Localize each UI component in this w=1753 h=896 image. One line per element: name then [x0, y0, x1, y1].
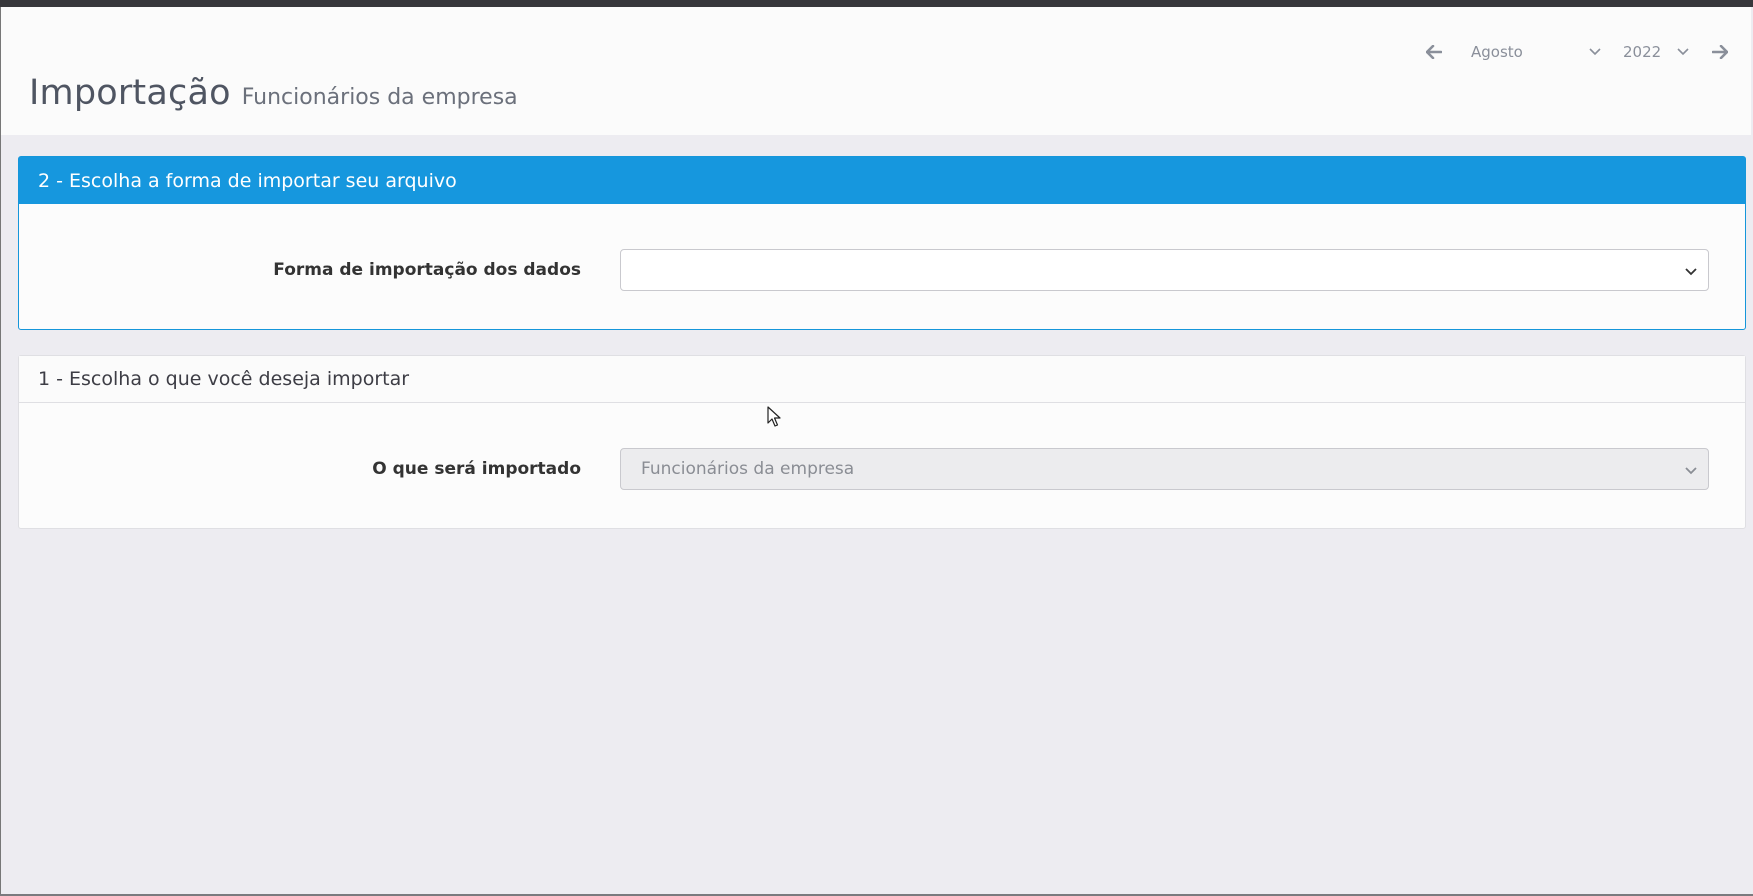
- step2-panel: 2 - Escolha a forma de importar seu arqu…: [18, 156, 1746, 330]
- year-value: 2022: [1623, 43, 1662, 61]
- page-header: Agosto 2022 Importação Funcionários da e…: [1, 7, 1751, 135]
- chevron-down-icon: [1677, 48, 1689, 56]
- import-type-row: O que será importado Funcionários da emp…: [19, 448, 1745, 490]
- page-title: Importação: [29, 73, 231, 113]
- import-method-label: Forma de importação dos dados: [273, 260, 581, 280]
- arrow-left-icon: [1426, 45, 1442, 59]
- month-select[interactable]: Agosto: [1471, 43, 1601, 61]
- chevron-down-icon: [1589, 48, 1601, 56]
- window-top-border: [0, 0, 1753, 7]
- arrow-right-icon: [1712, 45, 1728, 59]
- chevron-down-icon: [1685, 268, 1697, 276]
- chevron-down-icon: [1685, 467, 1697, 475]
- mouse-cursor-icon: [767, 406, 781, 427]
- window-left-border: [0, 7, 1, 896]
- period-selector: Agosto 2022: [1421, 35, 1733, 69]
- import-type-value: Funcionários da empresa: [641, 459, 855, 479]
- step1-heading: 1 - Escolha o que você deseja importar: [19, 356, 1745, 403]
- import-method-row: Forma de importação dos dados: [19, 249, 1745, 291]
- import-method-select[interactable]: [620, 249, 1709, 291]
- month-value: Agosto: [1471, 43, 1523, 61]
- page-title-row: Importação Funcionários da empresa: [29, 73, 518, 113]
- step1-panel: 1 - Escolha o que você deseja importar O…: [18, 355, 1746, 529]
- year-select[interactable]: 2022: [1623, 43, 1689, 61]
- previous-period-button[interactable]: [1421, 39, 1447, 65]
- import-type-label: O que será importado: [372, 459, 581, 479]
- next-period-button[interactable]: [1707, 39, 1733, 65]
- step2-heading: 2 - Escolha a forma de importar seu arqu…: [19, 157, 1745, 204]
- page-subtitle: Funcionários da empresa: [241, 85, 518, 110]
- import-type-select[interactable]: Funcionários da empresa: [620, 448, 1709, 490]
